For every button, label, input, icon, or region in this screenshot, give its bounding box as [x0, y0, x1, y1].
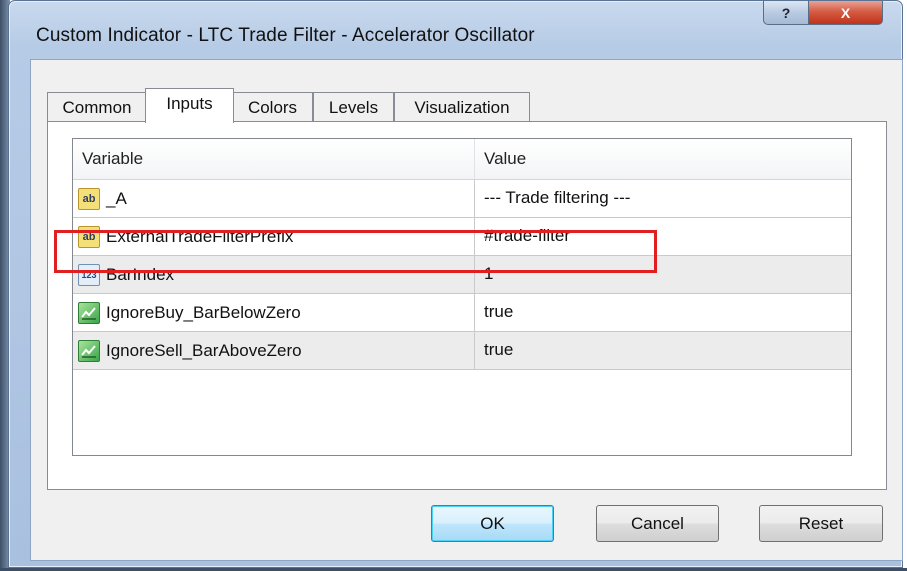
table-row[interactable]: IgnoreSell_BarAboveZero true: [73, 332, 851, 370]
variable-name: IgnoreSell_BarAboveZero: [106, 340, 302, 360]
help-button[interactable]: ?: [763, 1, 809, 25]
tab-visualization[interactable]: Visualization: [394, 92, 530, 122]
table-row[interactable]: 123 BarIndex 1: [73, 256, 851, 294]
dialog-client-area: Common Inputs Colors Levels Visualizatio…: [30, 59, 903, 561]
tab-levels[interactable]: Levels: [313, 92, 394, 122]
caption-buttons: ? X: [763, 1, 883, 25]
ok-button[interactable]: OK: [431, 505, 554, 542]
variable-cell: IgnoreBuy_BarBelowZero: [73, 294, 475, 331]
column-header-variable[interactable]: Variable: [73, 139, 475, 179]
table-row[interactable]: IgnoreBuy_BarBelowZero true: [73, 294, 851, 332]
help-icon: ?: [781, 4, 791, 21]
table-row[interactable]: ab ExternalTradeFilterPrefix #trade-filt…: [73, 218, 851, 256]
tab-common[interactable]: Common: [47, 92, 147, 122]
table-row[interactable]: ab _A --- Trade filtering ---: [73, 180, 851, 218]
list-header: Variable Value: [73, 139, 851, 180]
reset-button[interactable]: Reset: [759, 505, 883, 542]
variable-name: _A: [106, 188, 127, 208]
variable-cell: 123 BarIndex: [73, 256, 475, 293]
string-ab-icon: ab: [78, 225, 100, 248]
string-ab-icon: ab: [78, 187, 100, 210]
value-cell[interactable]: --- Trade filtering ---: [475, 180, 851, 217]
cancel-button[interactable]: Cancel: [596, 505, 719, 542]
tab-inputs[interactable]: Inputs: [145, 88, 234, 123]
variable-cell: ab _A: [73, 180, 475, 217]
integer-123-icon: 123: [78, 263, 100, 286]
value-cell[interactable]: #trade-filter: [475, 218, 851, 255]
inputs-tab-panel: Variable Value ab _A --- Trade filtering…: [47, 121, 887, 490]
boolean-icon: [78, 301, 100, 324]
close-icon: X: [840, 4, 851, 21]
column-header-value[interactable]: Value: [475, 139, 851, 179]
value-cell[interactable]: true: [475, 332, 851, 369]
inputs-list: Variable Value ab _A --- Trade filtering…: [72, 138, 852, 456]
variable-cell: ab ExternalTradeFilterPrefix: [73, 218, 475, 255]
value-cell[interactable]: 1: [475, 256, 851, 293]
variable-name: BarIndex: [106, 264, 175, 284]
tab-colors[interactable]: Colors: [232, 92, 313, 122]
window-title: Custom Indicator - LTC Trade Filter - Ac…: [36, 25, 535, 46]
close-button[interactable]: X: [809, 1, 883, 25]
variable-name: ExternalTradeFilterPrefix: [106, 226, 294, 246]
dialog-window: Custom Indicator - LTC Trade Filter - Ac…: [8, 0, 903, 568]
variable-name: IgnoreBuy_BarBelowZero: [106, 302, 301, 322]
boolean-icon: [78, 339, 100, 362]
variable-cell: IgnoreSell_BarAboveZero: [73, 332, 475, 369]
value-cell[interactable]: true: [475, 294, 851, 331]
